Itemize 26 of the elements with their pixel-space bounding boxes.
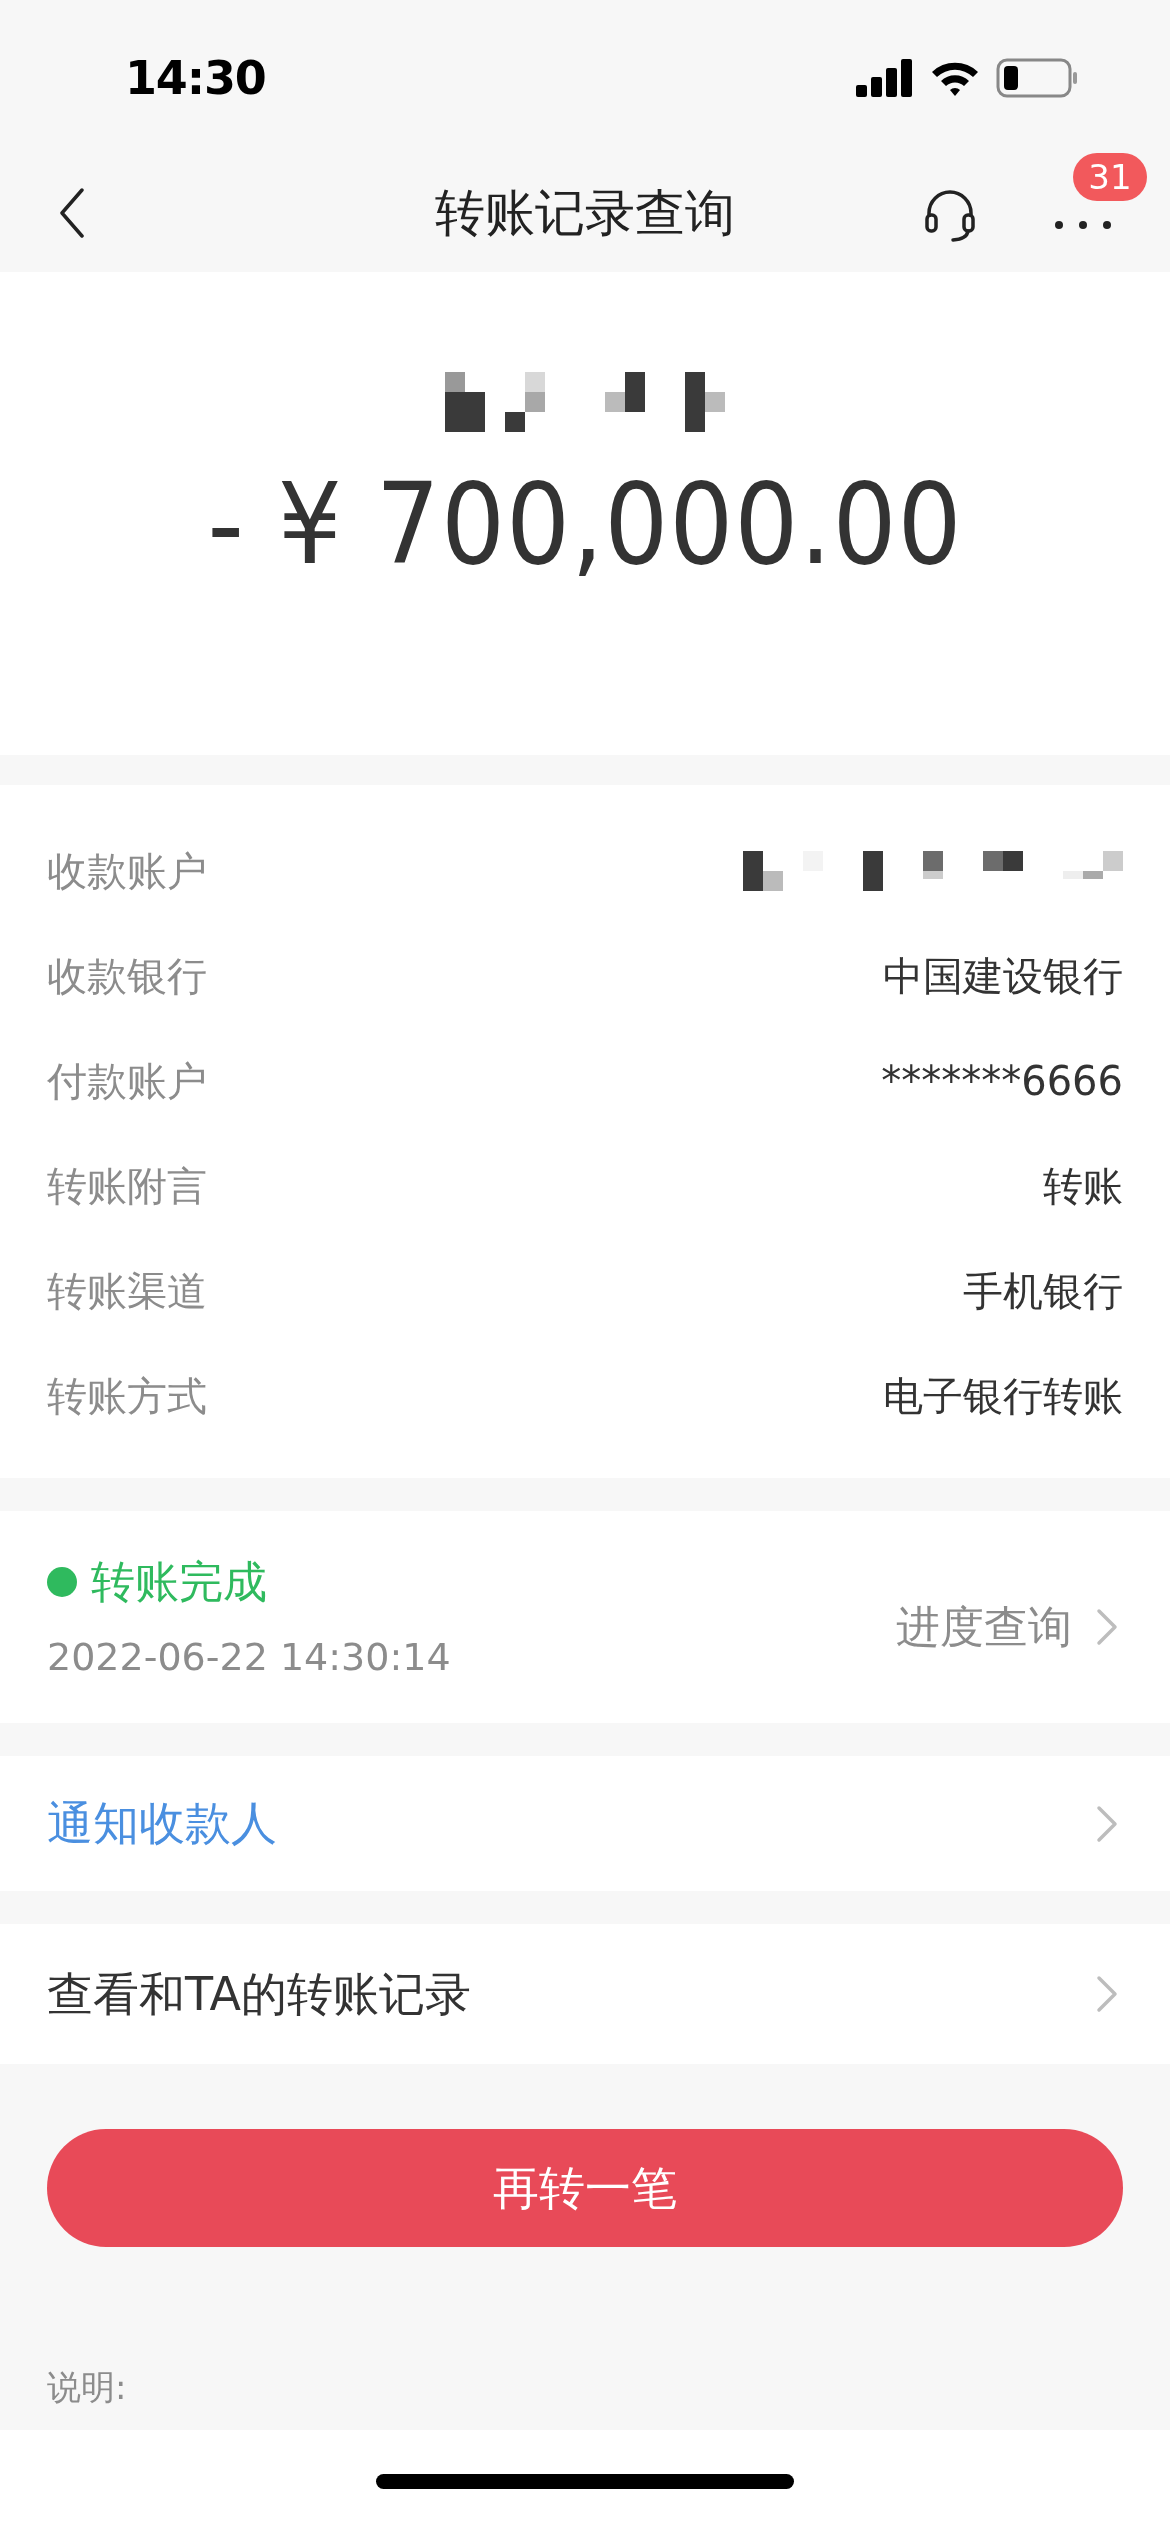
note-label: 说明: bbox=[47, 2366, 127, 2409]
signal-icon bbox=[856, 58, 914, 97]
transfer-time: 2022-06-22 14:30:14 bbox=[47, 1633, 451, 1681]
page-title: 转账记录查询 bbox=[435, 183, 735, 244]
battery-icon bbox=[996, 57, 1078, 98]
transfer-again-button[interactable]: 再转一笔 bbox=[47, 2129, 1123, 2247]
detail-value: *******6666 bbox=[881, 1056, 1123, 1106]
detail-label: 转账附言 bbox=[47, 1161, 207, 1211]
notification-badge: 31 bbox=[1073, 153, 1147, 201]
chevron-right-icon bbox=[1096, 1975, 1118, 2013]
detail-label: 收款账户 bbox=[47, 846, 207, 896]
status-time: 14:30 bbox=[125, 50, 266, 107]
more-icon[interactable] bbox=[1055, 221, 1111, 229]
detail-value: 手机银行 bbox=[963, 1266, 1123, 1316]
detail-label: 转账方式 bbox=[47, 1371, 207, 1421]
detail-value: 转账 bbox=[1043, 1161, 1123, 1211]
detail-label: 转账渠道 bbox=[47, 1266, 207, 1316]
transfer-amount: - ¥ 700,000.00 bbox=[207, 468, 963, 580]
detail-value: 电子银行转账 bbox=[883, 1371, 1123, 1421]
detail-label: 付款账户 bbox=[47, 1056, 207, 1106]
transfer-status: 转账完成 bbox=[91, 1554, 267, 1609]
detail-label: 收款银行 bbox=[47, 951, 207, 1001]
progress-query-link[interactable]: 进度查询 bbox=[896, 1594, 1118, 1660]
chevron-right-icon bbox=[1096, 1608, 1118, 1646]
detail-value: 中国建设银行 bbox=[883, 951, 1123, 1001]
chevron-right-icon bbox=[1096, 1804, 1118, 1843]
